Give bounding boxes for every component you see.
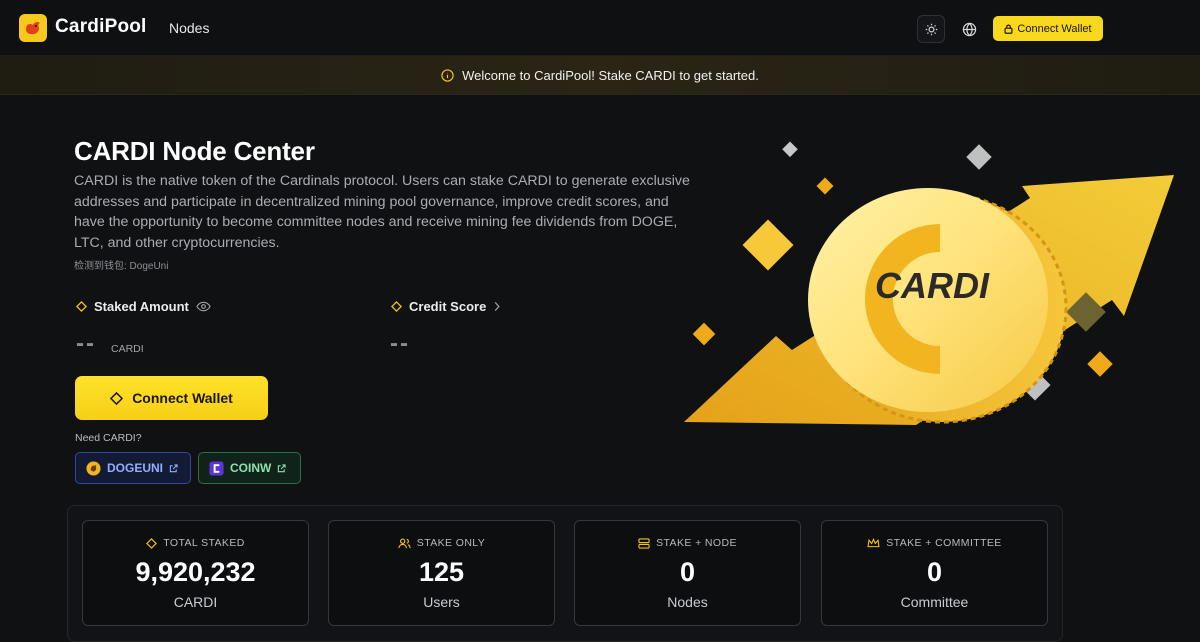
header-connect-label: Connect Wallet: [1017, 22, 1092, 35]
top-header: CardiPool Nodes Connect Wallet: [0, 0, 1200, 56]
stat-unit: CARDI: [173, 594, 218, 610]
users-icon: [398, 538, 411, 548]
eye-icon[interactable]: [196, 301, 211, 312]
brand-name[interactable]: CardiPool: [55, 16, 147, 38]
sun-icon: [925, 23, 937, 35]
diamond-icon: [146, 537, 158, 549]
language-button[interactable]: [955, 15, 983, 43]
lock-icon: [1004, 24, 1013, 34]
coinw-exchange-link[interactable]: COINW: [198, 452, 301, 484]
stat-unit: Committee: [900, 594, 969, 610]
credit-score-label[interactable]: Credit Score: [391, 299, 501, 314]
stat-card-total-staked: TOTAL STAKED 9,920,232 CARDI: [82, 520, 309, 626]
connect-wallet-label: Connect Wallet: [132, 390, 233, 406]
stat-unit: Nodes: [667, 594, 708, 610]
stat-value: 9,920,232: [135, 557, 256, 587]
cardi-coin-illustration: CARDI: [684, 141, 1174, 425]
coin-label: CARDI: [875, 265, 990, 306]
header-connect-wallet-button[interactable]: Connect Wallet: [993, 16, 1103, 41]
credit-score-value: --: [390, 330, 410, 357]
theme-toggle-button[interactable]: [917, 15, 945, 43]
stat-card-stake-node: STAKE + NODE 0 Nodes: [574, 520, 801, 626]
stat-label: STAKE ONLY: [416, 537, 486, 549]
dogeuni-label: DOGEUNI: [107, 461, 164, 475]
dogeuni-exchange-link[interactable]: DOGEUNI: [75, 452, 191, 484]
stat-unit: Users: [423, 594, 460, 610]
diamond-icon: [110, 391, 124, 405]
server-icon: [638, 537, 650, 549]
stat-label: STAKE + NODE: [656, 537, 737, 549]
staked-amount-label: Staked Amount: [76, 299, 211, 314]
crown-icon: [867, 538, 880, 548]
external-link-icon: [278, 463, 286, 472]
welcome-banner: Welcome to CardiPool! Stake CARDI to get…: [0, 56, 1200, 95]
stat-value: 0: [679, 557, 696, 587]
diamond-icon: [76, 301, 87, 312]
stat-card-stake-only: STAKE ONLY 125 Users: [328, 520, 555, 626]
stat-card-stake-committee: STAKE + COMMITTEE 0 Committee: [821, 520, 1048, 626]
banner-message: Welcome to CardiPool! Stake CARDI to get…: [462, 67, 759, 83]
credit-score-text: Credit Score: [409, 299, 487, 314]
nav-nodes-link[interactable]: Nodes: [169, 20, 209, 36]
info-icon: [441, 68, 454, 82]
connect-wallet-button[interactable]: Connect Wallet: [75, 376, 268, 420]
staked-amount-unit: CARDI: [111, 343, 144, 355]
chevron-right-icon: [494, 301, 501, 312]
stat-label: TOTAL STAKED: [163, 537, 245, 549]
globe-icon: [962, 22, 976, 36]
staked-amount-text: Staked Amount: [94, 299, 189, 314]
external-link-icon: [169, 463, 178, 472]
coinw-label: COINW: [230, 461, 272, 475]
cardipool-logo-icon[interactable]: [19, 14, 47, 42]
stat-value: 125: [418, 557, 465, 587]
staked-amount-value: --: [76, 330, 96, 357]
need-cardi-text: Need CARDI?: [75, 432, 142, 444]
coinw-logo-icon: [209, 460, 224, 476]
diamond-icon: [391, 301, 402, 312]
stat-value: 0: [926, 557, 943, 587]
dogeuni-logo-icon: [86, 460, 101, 476]
hero-description: CARDI is the native token of the Cardina…: [74, 173, 690, 251]
detected-wallet-text: 检测到钱包: DogeUni: [74, 261, 169, 272]
stat-label: STAKE + COMMITTEE: [886, 537, 1002, 549]
page-title: CARDI Node Center: [74, 136, 315, 166]
